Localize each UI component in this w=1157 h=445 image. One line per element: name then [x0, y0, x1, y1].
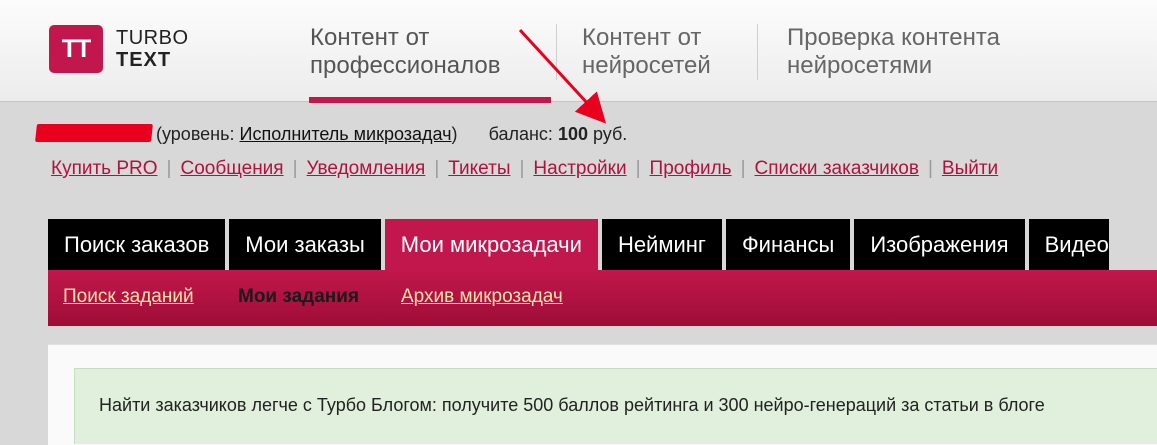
- tab-video[interactable]: Видео: [1028, 219, 1109, 270]
- main-tabs: Поиск заказов Мои заказы Мои микрозадачи…: [48, 219, 1113, 270]
- link-logout[interactable]: Выйти: [942, 158, 998, 179]
- subtab-my-tasks[interactable]: Мои задания: [238, 286, 359, 308]
- promo-notice: Найти заказчиков легче с Турбо Блогом: п…: [74, 368, 1157, 444]
- link-separator: |: [166, 158, 172, 179]
- nav-neural-content[interactable]: Контент от нейросетей: [582, 24, 711, 80]
- logo-text[interactable]: TURBO TEXT: [116, 27, 189, 71]
- tab-order-search[interactable]: Поиск заказов: [48, 219, 226, 270]
- promo-notice-text: Найти заказчиков легче с Турбо Блогом: п…: [99, 395, 1045, 415]
- active-nav-indicator: [309, 97, 551, 103]
- subtab-microtask-archive[interactable]: Архив микрозадач: [401, 286, 563, 308]
- user-status-line: (уровень: Исполнитель микрозадач) баланс…: [35, 124, 628, 145]
- tab-naming[interactable]: Нейминг: [601, 219, 722, 270]
- logo-line-1: TURBO: [116, 27, 189, 49]
- user-level-link[interactable]: Исполнитель микрозадач: [240, 124, 452, 144]
- subtab-bar: Поиск заданий Мои задания Архив микрозад…: [48, 270, 1157, 326]
- nav-professional-content[interactable]: Контент от профессионалов: [310, 24, 501, 80]
- balance-unit: руб.: [587, 124, 628, 144]
- level-suffix: ): [451, 124, 458, 144]
- logo-line-2: TEXT: [116, 49, 172, 71]
- level-prefix: (уровень:: [156, 124, 240, 144]
- link-tickets[interactable]: Тикеты: [448, 158, 510, 179]
- tab-my-microtasks[interactable]: Мои микрозадачи: [384, 219, 598, 270]
- link-buy-pro[interactable]: Купить PRO: [51, 158, 158, 179]
- account-links: Купить PRO | Сообщения | Уведомления | Тикеты |…: [51, 158, 998, 180]
- link-messages[interactable]: Сообщения: [180, 158, 283, 179]
- subtab-task-search[interactable]: Поиск заданий: [63, 286, 194, 308]
- link-separator: |: [927, 158, 933, 179]
- logo-icon[interactable]: TT: [49, 25, 103, 73]
- link-settings[interactable]: Настройки: [533, 158, 626, 179]
- nav-divider: [757, 24, 758, 80]
- link-notifications[interactable]: Уведомления: [307, 158, 426, 179]
- nav-divider: [556, 24, 557, 80]
- balance-value: 100: [557, 124, 588, 144]
- redacted-username: [35, 124, 153, 142]
- link-profile[interactable]: Профиль: [650, 158, 732, 179]
- link-separator: |: [740, 158, 746, 179]
- link-separator: |: [434, 158, 440, 179]
- tab-images[interactable]: Изображения: [854, 219, 1025, 270]
- tab-my-orders[interactable]: Мои заказы: [229, 219, 381, 270]
- link-separator: |: [292, 158, 298, 179]
- link-customer-lists[interactable]: Списки заказчиков: [755, 158, 919, 179]
- balance-label: баланс:: [488, 124, 558, 144]
- nav-content-check[interactable]: Проверка контента нейросетями: [787, 24, 1000, 80]
- link-separator: |: [519, 158, 525, 179]
- link-separator: |: [635, 158, 641, 179]
- top-header: TT TURBO TEXT Контент от профессионалов …: [0, 0, 1157, 102]
- tab-finances[interactable]: Финансы: [725, 219, 851, 270]
